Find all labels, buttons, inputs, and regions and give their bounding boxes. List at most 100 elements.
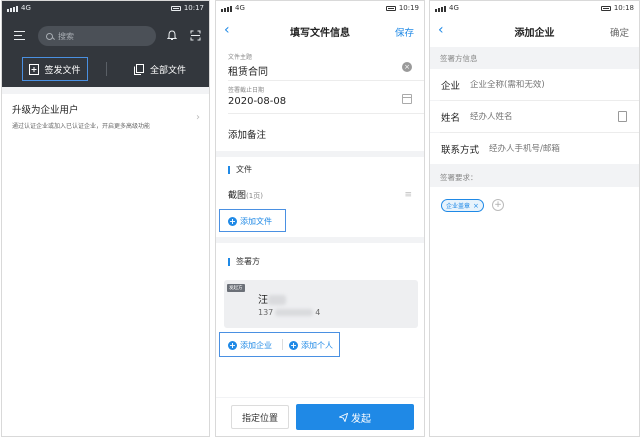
sign-file-label: 签发文件 [44, 65, 81, 76]
page-title: 填写文件信息 [290, 27, 350, 39]
divider [282, 339, 283, 350]
initiator-badge: 发起方 [227, 284, 245, 292]
chevron-right-icon: › [196, 112, 200, 123]
document-add-icon [29, 63, 40, 75]
add-company-screen: 4G 10:18 ‹ 添加企业 确定 签署方信息 企业 姓名 联系方式 [429, 0, 640, 437]
home-header: 4G 10:17 搜索 签发文件 全部文件 [2, 1, 209, 87]
upgrade-title: 升级为企业用户 [12, 105, 79, 116]
status-bar: 4G 10:19 [216, 1, 424, 15]
plus-icon: + [228, 341, 237, 350]
drag-handle-icon[interactable]: ≡ [404, 190, 412, 200]
add-requirement-icon[interactable]: + [492, 199, 504, 211]
all-files-button[interactable]: 全部文件 [134, 59, 186, 79]
all-files-label: 全部文件 [150, 65, 187, 76]
send-button[interactable]: 发起 [296, 404, 414, 430]
signal-icon [221, 4, 233, 12]
add-person-button[interactable]: + 添加个人 [289, 340, 333, 351]
add-company-label: 添加企业 [240, 341, 272, 350]
calendar-icon[interactable] [402, 94, 412, 104]
network-type: 4G [21, 4, 31, 12]
divider [228, 113, 424, 114]
file-name: 截图 [228, 191, 247, 201]
contacts-icon[interactable] [618, 111, 627, 122]
signer-info-label: 签署方信息 [440, 54, 478, 63]
phone-prefix: 137 [258, 308, 274, 317]
bell-icon[interactable] [167, 30, 177, 41]
redacted-phone [275, 309, 314, 316]
deadline-field[interactable]: 签署截止日期 2020-08-08 [228, 85, 286, 107]
file-item[interactable]: 截图(1页) [228, 188, 263, 201]
name-input[interactable] [470, 111, 577, 122]
footer-actions: 指定位置 发起 [216, 398, 424, 436]
add-note-button[interactable]: 添加备注 [228, 127, 266, 141]
documents-icon [134, 63, 144, 75]
company-seal-chip[interactable]: 企业盖章 × [441, 199, 484, 212]
search-bar[interactable]: 搜索 [38, 26, 156, 46]
search-icon [46, 32, 53, 40]
deadline-value: 2020-08-08 [228, 96, 287, 107]
send-icon [339, 412, 348, 422]
name-label: 姓名 [441, 112, 461, 124]
close-icon[interactable]: × [473, 202, 479, 210]
menu-icon[interactable] [14, 31, 25, 40]
back-icon[interactable]: ‹ [438, 22, 444, 38]
add-company-button[interactable]: + 添加企业 [228, 340, 272, 351]
contact-label: 联系方式 [441, 144, 480, 156]
nav-bar: ‹ 添加企业 确定 [430, 15, 639, 47]
signer-card[interactable]: 发起方 汪 137 4 [224, 280, 418, 328]
clear-icon[interactable]: × [402, 62, 412, 72]
confirm-button[interactable]: 确定 [610, 25, 629, 39]
scan-icon[interactable] [190, 30, 201, 41]
battery-icon [170, 5, 181, 11]
send-label: 发起 [351, 413, 371, 425]
subject-field[interactable]: 文件主题 租赁合同 [228, 52, 268, 78]
signal-indicator: 4G [221, 4, 386, 12]
search-placeholder: 搜索 [58, 31, 74, 41]
requirements-area: 企业盖章 × + [430, 187, 639, 436]
plus-icon: + [289, 341, 298, 350]
file-section-header: 文件 [228, 164, 252, 175]
redacted-name [268, 295, 286, 305]
sign-file-button[interactable]: 签发文件 [22, 57, 88, 81]
divider [228, 80, 424, 81]
nav-bar: ‹ 填写文件信息 保存 [216, 15, 424, 47]
plus-icon: + [228, 217, 237, 226]
battery-icon [600, 5, 611, 11]
add-file-label: 添加文件 [240, 217, 272, 226]
company-input[interactable] [470, 79, 577, 90]
signal-icon [7, 4, 19, 12]
clock: 10:18 [613, 4, 634, 12]
file-meta-section: 文件主题 租赁合同 × 签署截止日期 2020-08-08 添加备注 [216, 47, 424, 151]
deadline-label: 签署截止日期 [228, 87, 265, 94]
section-accent [228, 257, 230, 266]
signers-section-title: 签署方 [236, 257, 260, 266]
network-type: 4G [449, 4, 459, 12]
status-bar: 4G 10:18 [430, 1, 639, 15]
set-position-button[interactable]: 指定位置 [231, 405, 289, 429]
phone-suffix: 4 [315, 308, 321, 317]
upgrade-banner[interactable]: 升级为企业用户 通过认证企业或加入已认证企业，开启更多高级功能 › [2, 94, 209, 138]
screenshot-collage: 4G 10:17 搜索 签发文件 全部文件 升级为企业用户 通过认证企业或加入已… [0, 0, 641, 439]
signal-indicator: 4G [7, 4, 171, 12]
fill-file-info-screen: 4G 10:19 ‹ 填写文件信息 保存 文件主题 租赁合同 × 签署截止日期 … [215, 0, 425, 437]
home-screen: 4G 10:17 搜索 签发文件 全部文件 升级为企业用户 通过认证企业或加入已… [1, 0, 210, 437]
add-file-button[interactable]: + 添加文件 [228, 216, 272, 227]
upgrade-description: 通过认证企业或加入已认证企业，开启更多高级功能 [12, 123, 151, 130]
save-button[interactable]: 保存 [395, 25, 414, 39]
signer-name-text: 汪 [258, 295, 268, 306]
back-icon[interactable]: ‹ [224, 22, 230, 38]
chip-label: 企业盖章 [446, 203, 471, 210]
requirements-label: 签署要求： [440, 173, 478, 182]
name-row: 姓名 [430, 101, 639, 132]
section-accent [228, 165, 230, 174]
clock: 10:19 [398, 4, 419, 12]
contact-input[interactable] [489, 143, 596, 154]
battery-icon [385, 5, 396, 11]
file-section-title: 文件 [236, 165, 252, 174]
contact-row: 联系方式 [430, 133, 639, 164]
signal-indicator: 4G [435, 4, 601, 12]
company-label: 企业 [441, 80, 461, 92]
company-row: 企业 [430, 69, 639, 100]
signer-name: 汪 [258, 291, 286, 306]
signal-icon [435, 4, 447, 12]
